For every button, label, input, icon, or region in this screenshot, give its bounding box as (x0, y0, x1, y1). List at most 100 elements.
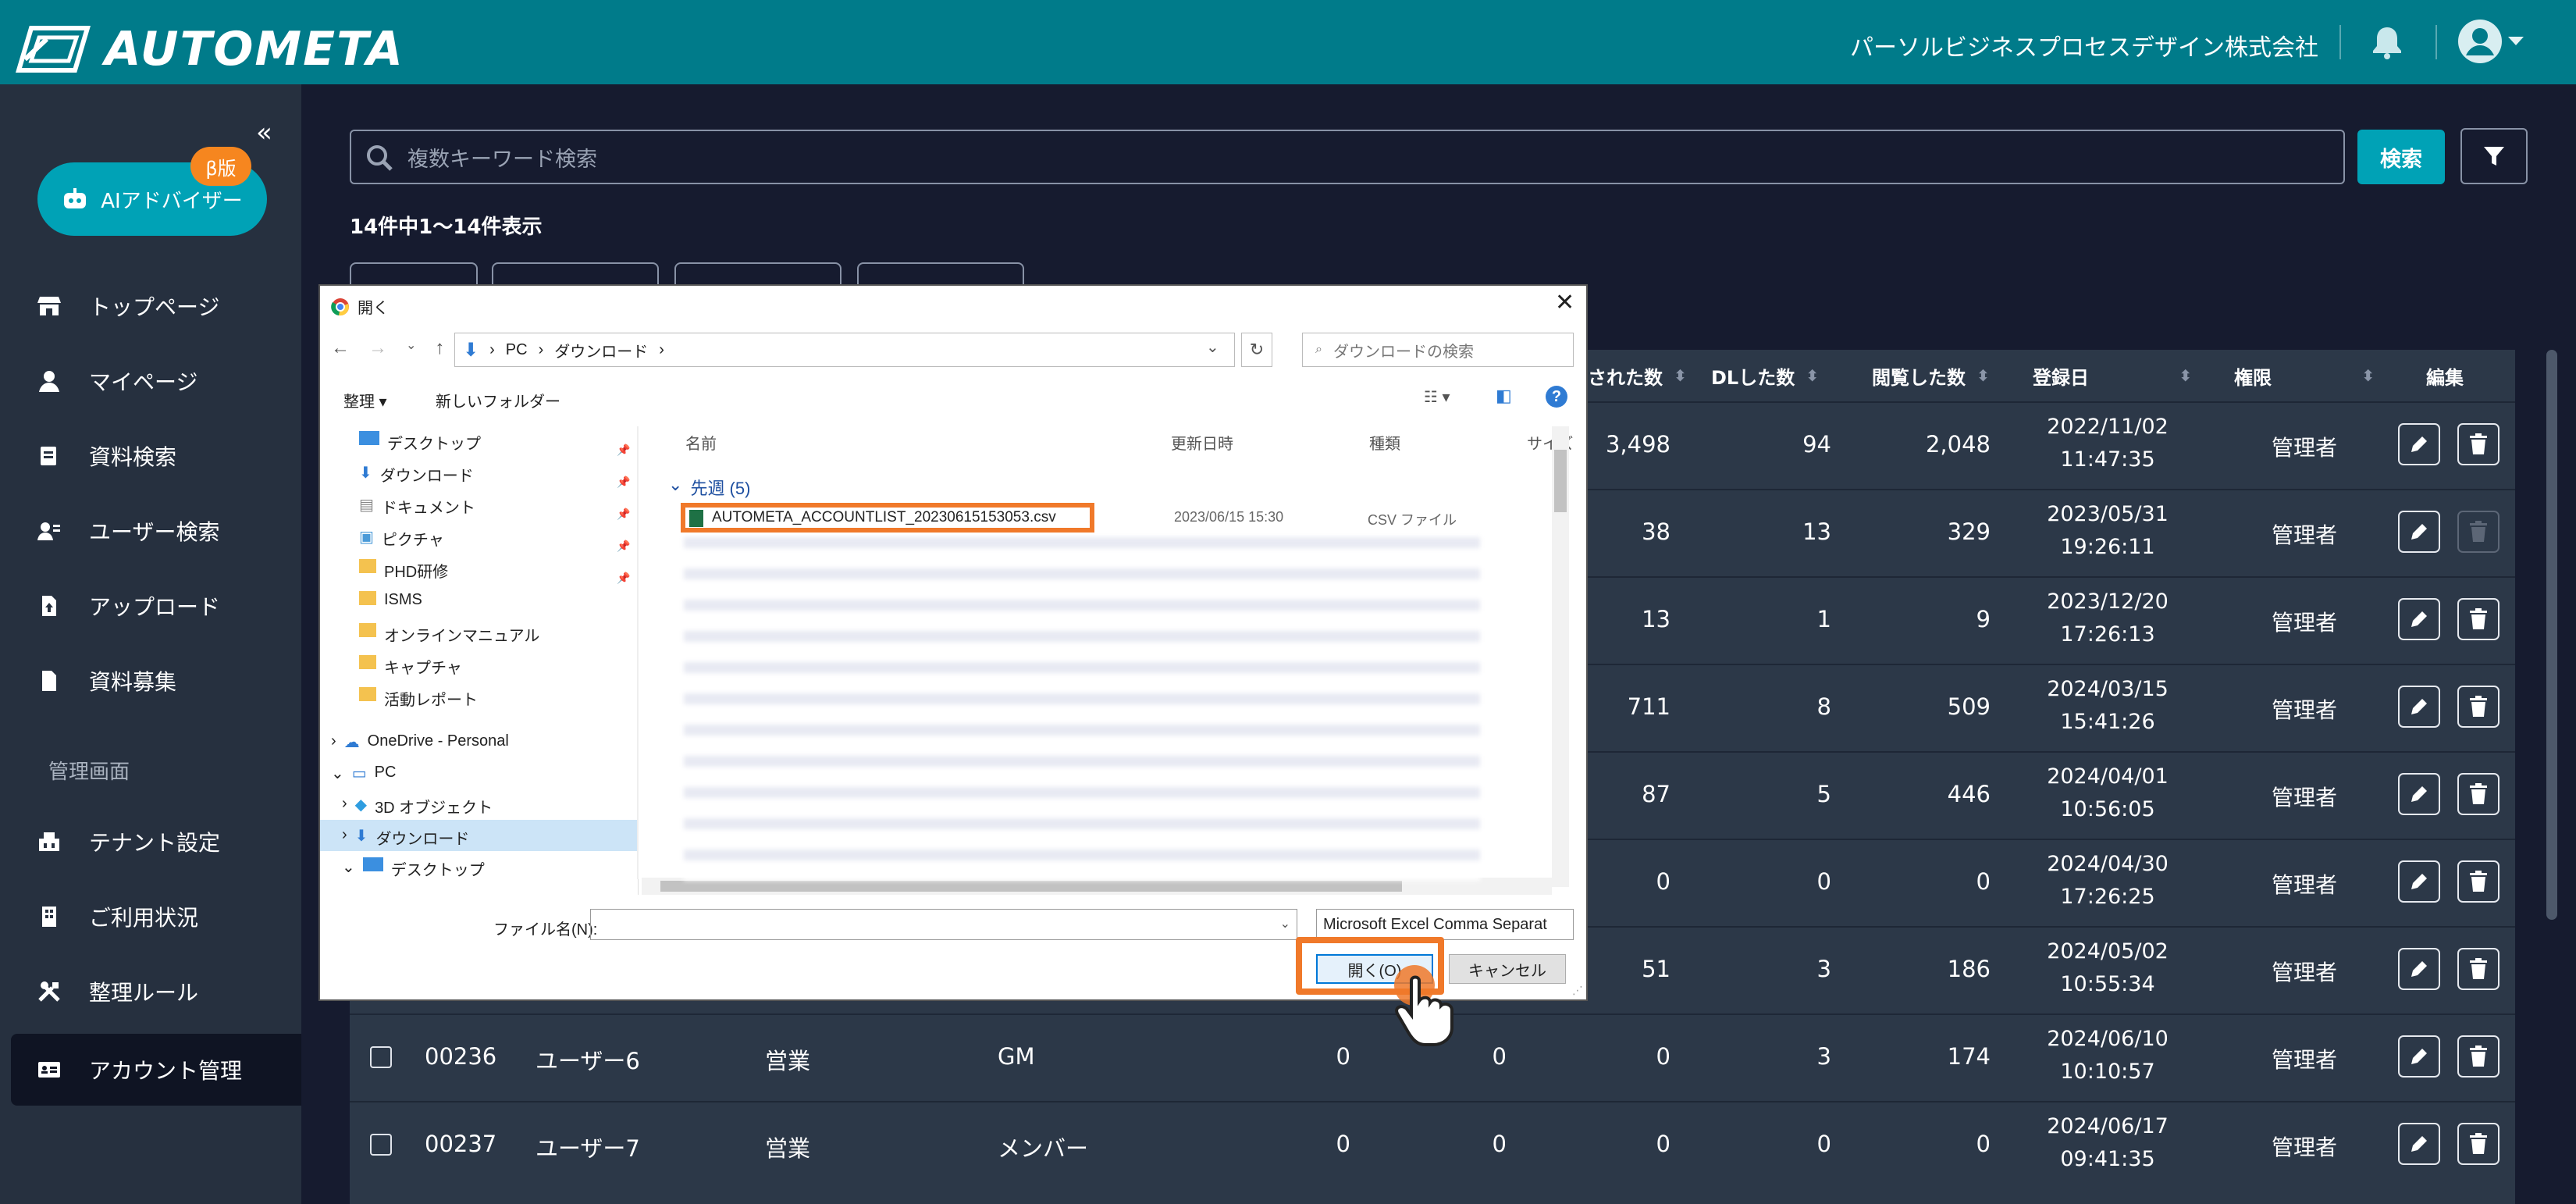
edit-button[interactable] (2398, 598, 2440, 640)
nav-item-folder[interactable]: PHD研修 (359, 559, 539, 581)
delete-button[interactable] (2457, 773, 2500, 815)
filetype-select[interactable]: Microsoft Excel Comma Separat (1316, 909, 1574, 940)
nav-item-pc[interactable]: ⌄ ▭ PC (331, 764, 396, 783)
role: 管理者 (2272, 960, 2338, 985)
delete-button[interactable] (2457, 598, 2500, 640)
nav-item-documents[interactable]: ▤ ドキュメント (359, 495, 539, 517)
nav-item-pc-downloads[interactable]: › ⬇ ダウンロード (342, 826, 469, 849)
edit-button[interactable] (2398, 423, 2440, 465)
column-header-view-count[interactable]: 閲覧した数 ⬍ (1872, 350, 1990, 401)
downloaded-count: 38 (1642, 518, 1670, 545)
nav-item-pictures[interactable]: ▣ ピクチャ (359, 527, 539, 549)
nav-item-downloads[interactable]: ⬇ ダウンロード (359, 463, 539, 485)
nav-item-pc-desktop[interactable]: ⌄ デスクトップ (342, 857, 485, 880)
cancel-button[interactable]: キャンセル (1449, 954, 1566, 984)
sidebar-item-upload[interactable]: アップロード (0, 573, 301, 639)
column-header-role[interactable]: 権限 ⬍ (2234, 350, 2375, 401)
account-name[interactable]: ユーザー6 (535, 1043, 640, 1076)
delete-button[interactable] (2457, 860, 2500, 903)
column-header-downloaded[interactable]: された数 ⬍ (1588, 350, 1687, 401)
organize-menu[interactable]: 整理 ▾ (343, 389, 387, 411)
sidebar-item-mypage[interactable]: マイページ (0, 348, 301, 414)
edit-button[interactable] (2398, 686, 2440, 728)
department: 営業 (765, 1135, 811, 1162)
nav-item-folder[interactable]: ISMS (359, 591, 539, 610)
close-icon[interactable]: ✕ (1555, 289, 1574, 316)
group-header[interactable]: ⌄ 先週 (5) (668, 475, 750, 500)
sidebar-item-tenant-settings[interactable]: テナント設定 (0, 809, 301, 875)
trash-icon (2470, 871, 2487, 892)
file-list-scrollbar[interactable] (1552, 426, 1569, 887)
sidebar-item-rules[interactable]: 整理ルール (0, 959, 301, 1024)
edit-button[interactable] (2398, 773, 2440, 815)
edit-button[interactable] (2398, 511, 2440, 553)
nav-item-onedrive[interactable]: › ☁ OneDrive - Personal (331, 732, 509, 752)
avatar-icon (2458, 20, 2502, 63)
new-folder-button[interactable]: 新しいフォルダー (436, 389, 560, 411)
keyword-search-input[interactable]: 複数キーワード検索 (350, 130, 2345, 184)
trash-icon (2470, 1045, 2487, 1067)
sidebar-item-usage[interactable]: ご利用状況 (0, 884, 301, 949)
account-name[interactable]: ユーザー7 (535, 1131, 640, 1163)
address-bar[interactable]: ⬇ › PC › ダウンロード › (454, 333, 1235, 367)
header-divider (2435, 25, 2437, 59)
nav-item-folder[interactable]: 活動レポート (359, 687, 539, 709)
column-modified[interactable]: 更新日時 (1171, 431, 1233, 454)
edit-button[interactable] (2398, 860, 2440, 903)
filter-button[interactable] (2460, 128, 2528, 184)
sidebar-item-top[interactable]: トップページ (0, 273, 301, 339)
column-type[interactable]: 種類 (1369, 431, 1400, 454)
sidebar-item-account-management[interactable]: アカウント管理 (11, 1034, 301, 1106)
recent-dropdown-icon[interactable]: ⌄ (406, 337, 416, 359)
up-icon[interactable]: ↑ (435, 337, 444, 359)
view-options-icon[interactable]: ☷ ▾ (1424, 387, 1450, 407)
bell-icon[interactable] (2371, 25, 2403, 62)
refresh-icon[interactable]: ↻ (1241, 333, 1272, 367)
sidebar-item-document-search[interactable]: 資料検索 (0, 423, 301, 489)
resize-grip-icon[interactable]: ⋰ (1572, 984, 1583, 997)
user-menu[interactable] (2457, 19, 2524, 64)
forward-icon[interactable]: → (368, 337, 387, 359)
delete-button[interactable] (2457, 948, 2500, 990)
delete-button[interactable] (2457, 1123, 2500, 1165)
nav-item-3d-objects[interactable]: › ◆ 3D オブジェクト (342, 795, 493, 818)
nav-scrollbar[interactable] (637, 426, 639, 879)
edit-button[interactable] (2398, 1035, 2440, 1078)
brand-logo[interactable]: AUTOMETA (16, 22, 404, 77)
sort-icon: ⬍ (1806, 366, 1819, 385)
selected-file-row[interactable]: AUTOMETA_ACCOUNTLIST_20230615153053.csv (681, 503, 1094, 533)
search-button[interactable]: 検索 (2357, 130, 2445, 184)
edit-button[interactable] (2398, 948, 2440, 990)
download-icon: ⬇ (359, 465, 372, 482)
delete-button[interactable] (2457, 686, 2500, 728)
collapse-sidebar-icon[interactable]: « (256, 117, 272, 148)
filename-label: ファイル名(N): (493, 921, 598, 939)
role: 管理者 (2272, 522, 2338, 548)
dialog-search-input[interactable]: ⌕ ダウンロードの検索 (1302, 333, 1574, 367)
help-icon[interactable]: ? (1546, 386, 1567, 408)
document-search-icon (41, 447, 56, 465)
delete-button[interactable] (2457, 423, 2500, 465)
sidebar-item-document-recruit[interactable]: 資料募集 (0, 648, 301, 714)
row-checkbox[interactable] (370, 1046, 392, 1068)
delete-button[interactable] (2457, 1035, 2500, 1078)
file-type: CSV ファイル (1368, 512, 1457, 528)
nav-item-folder[interactable]: キャプチャ (359, 655, 539, 677)
preview-pane-icon[interactable]: ◧ (1496, 386, 1512, 406)
person-icon (39, 371, 59, 392)
back-icon[interactable]: ← (331, 337, 350, 359)
row-checkbox[interactable] (370, 1134, 392, 1156)
dl-count: 0 (1816, 868, 1831, 895)
sidebar-item-user-search[interactable]: ユーザー検索 (0, 498, 301, 564)
column-header-registered[interactable]: 登録日 ⬍ (2033, 350, 2192, 401)
computer-icon: ▭ (351, 765, 367, 782)
nav-item-desktop[interactable]: デスクトップ (359, 431, 539, 453)
filename-input[interactable]: ⌄ (590, 909, 1297, 940)
edit-button[interactable] (2398, 1123, 2440, 1165)
count-a: 0 (1336, 1043, 1350, 1070)
address-dropdown-icon[interactable]: ⌄ (1206, 337, 1219, 357)
column-name[interactable]: 名前 (685, 431, 717, 454)
column-header-dl-count[interactable]: DLした数 ⬍ (1711, 350, 1819, 401)
nav-item-folder[interactable]: オンラインマニュアル (359, 623, 539, 645)
table-scrollbar[interactable] (2546, 350, 2557, 920)
